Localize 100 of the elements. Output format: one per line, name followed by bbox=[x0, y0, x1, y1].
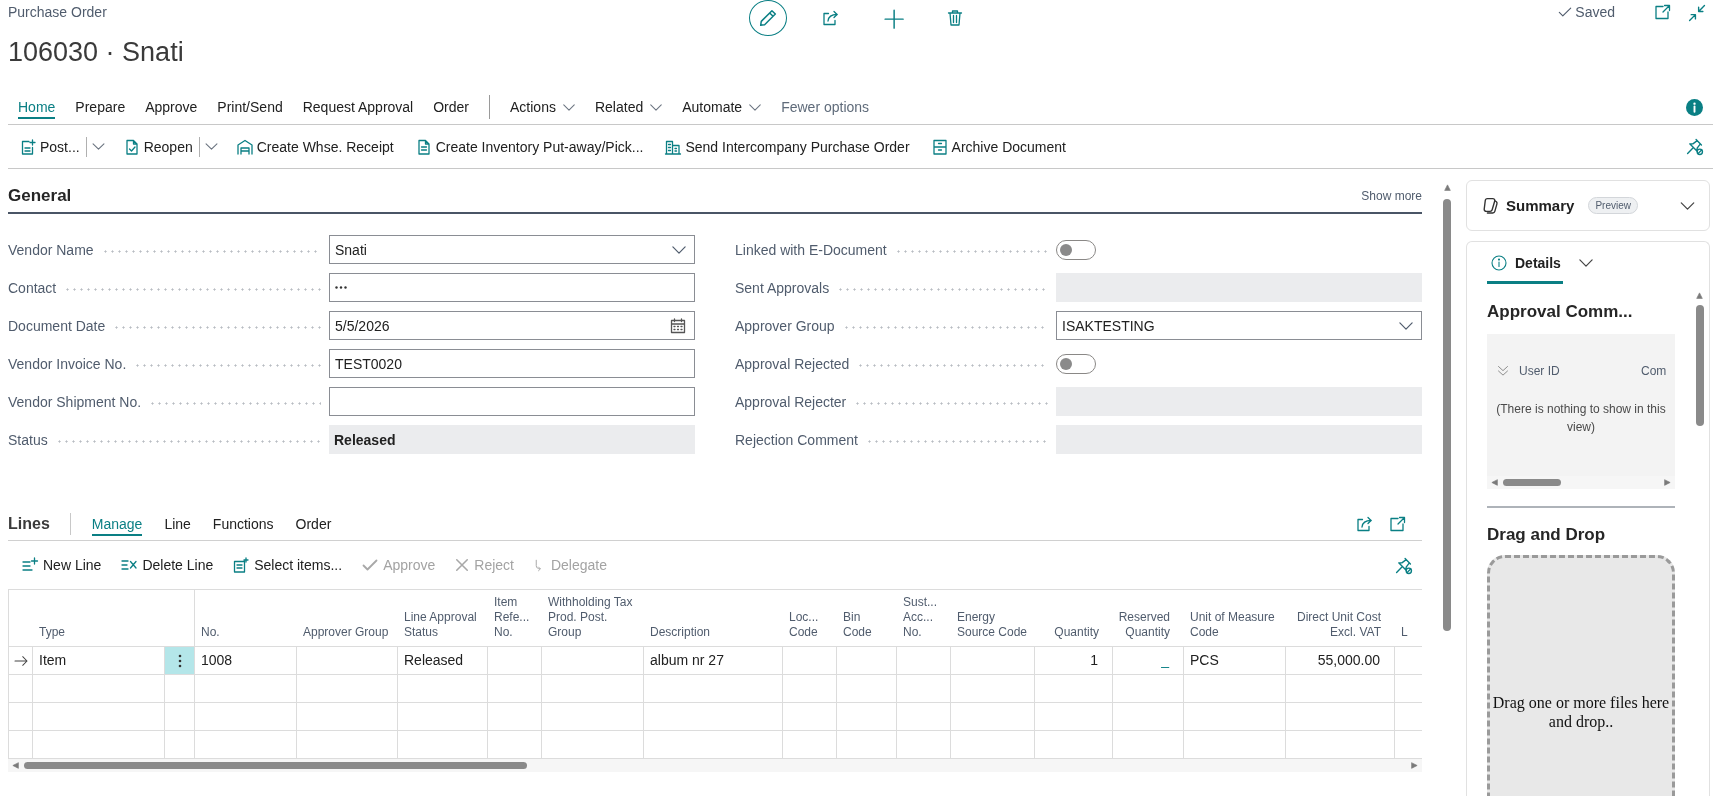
menu-tab[interactable]: Automate bbox=[672, 90, 772, 124]
scrollbar-thumb[interactable] bbox=[1695, 305, 1704, 426]
list-plus-icon bbox=[22, 557, 38, 573]
action-button[interactable]: Archive Document bbox=[925, 131, 1072, 162]
table-cell: album nr 27 bbox=[644, 647, 783, 675]
lookup-field[interactable] bbox=[329, 273, 695, 302]
pin-icon bbox=[1395, 556, 1412, 574]
column-header[interactable]: Approver Group bbox=[303, 625, 389, 640]
nav-tab[interactable]: Home bbox=[8, 90, 66, 124]
scrollbar-thumb[interactable] bbox=[1503, 479, 1561, 486]
scroll-right-icon bbox=[1411, 762, 1418, 769]
show-more-link[interactable]: Show more bbox=[1361, 189, 1422, 203]
chevron-down-icon bbox=[749, 103, 762, 111]
column-header[interactable]: Unit of Measure Code bbox=[1190, 610, 1280, 640]
action-button[interactable]: Create Whse. Receipt bbox=[230, 131, 400, 162]
column-header[interactable]: Item Refe... No. bbox=[494, 595, 536, 640]
scrollbar-thumb[interactable] bbox=[1443, 199, 1451, 631]
dropdown-field[interactable]: Snati bbox=[329, 235, 695, 264]
empty-cell bbox=[165, 703, 195, 731]
column-header[interactable]: Line Approval Status bbox=[404, 610, 482, 640]
line-action-button[interactable]: New Line bbox=[14, 550, 110, 580]
text-field[interactable] bbox=[329, 387, 695, 416]
empty-cell bbox=[1113, 675, 1184, 703]
field-label: Vendor Invoice No. bbox=[8, 355, 127, 372]
drilldown-link[interactable]: _ bbox=[1113, 647, 1184, 675]
page-title: 106030 · Snati bbox=[7, 36, 185, 69]
line-action-button[interactable]: Select items... bbox=[225, 550, 351, 580]
empty-cell bbox=[783, 703, 837, 731]
nav-tab[interactable]: Order bbox=[423, 90, 480, 124]
menu-tab[interactable]: Related bbox=[584, 90, 673, 124]
column-header[interactable]: Withholding Tax Prod. Post. Group bbox=[548, 595, 638, 640]
document-check-icon bbox=[123, 138, 140, 155]
nav-tab[interactable]: Approve bbox=[135, 90, 208, 124]
lines-tab[interactable]: Line bbox=[153, 508, 202, 540]
horizontal-scrollbar[interactable] bbox=[1487, 476, 1675, 489]
scroll-left-icon bbox=[12, 762, 19, 769]
toggle-switch[interactable] bbox=[1056, 239, 1096, 260]
date-field[interactable]: 5/5/2026 bbox=[329, 311, 695, 340]
collapse-button[interactable] bbox=[1688, 3, 1705, 21]
pin-button[interactable] bbox=[1395, 556, 1412, 574]
nav-tab[interactable]: Prepare bbox=[65, 90, 136, 124]
field-label: Status bbox=[8, 431, 48, 448]
menu-tab[interactable]: Actions bbox=[500, 90, 585, 124]
info-button[interactable] bbox=[1686, 98, 1703, 116]
column-header[interactable]: Loc... Code bbox=[789, 610, 831, 640]
nav-tab[interactable]: Request Approval bbox=[292, 90, 424, 124]
ellipsis-icon bbox=[335, 286, 347, 289]
nav-tab[interactable]: Print/Send bbox=[207, 90, 293, 124]
field-label: Linked with E-Document bbox=[735, 241, 887, 258]
column-header[interactable]: Com bbox=[1641, 364, 1667, 378]
field-label: Document Date bbox=[8, 317, 106, 334]
column-header[interactable]: Direct Unit Cost Excl. VAT bbox=[1292, 610, 1381, 640]
action-button[interactable]: Post... bbox=[14, 131, 86, 162]
open-in-window-icon bbox=[1389, 516, 1406, 532]
table-cell: PCS bbox=[1184, 647, 1286, 675]
chevron-down-icon bbox=[562, 103, 575, 111]
empty-cell bbox=[488, 675, 542, 703]
action-button[interactable]: Send Intercompany Purchase Order bbox=[659, 131, 916, 162]
lines-tab[interactable]: Functions bbox=[201, 508, 285, 540]
text-field[interactable]: TEST0020 bbox=[329, 349, 695, 378]
chevron-down-icon bbox=[650, 103, 663, 111]
action-button[interactable]: Create Inventory Put-away/Pick... bbox=[409, 131, 650, 162]
action-button[interactable]: Reopen bbox=[117, 131, 199, 162]
document-lines-icon bbox=[415, 138, 432, 155]
expand-button[interactable] bbox=[1680, 201, 1695, 210]
lines-tab[interactable]: Order bbox=[284, 508, 343, 540]
column-header[interactable]: Type bbox=[39, 625, 65, 640]
field-label: Rejection Comment bbox=[735, 431, 858, 448]
field-label: Approval Rejecter bbox=[735, 393, 847, 410]
edit-button[interactable] bbox=[748, 0, 787, 36]
lines-tab[interactable]: Manage bbox=[80, 508, 154, 540]
column-header[interactable]: Description bbox=[650, 625, 711, 640]
open-in-window-button[interactable] bbox=[1389, 516, 1406, 532]
column-header[interactable]: Reserved Quantity bbox=[1118, 610, 1170, 640]
collapse-icon bbox=[1688, 3, 1705, 21]
empty-message: (There is nothing to show in this view) bbox=[1495, 401, 1667, 436]
open-in-new-window-button[interactable] bbox=[1654, 4, 1671, 20]
warehouse-icon bbox=[236, 138, 253, 155]
column-header[interactable]: Quantity bbox=[1054, 625, 1099, 640]
column-header[interactable]: L bbox=[1401, 625, 1408, 640]
readonly-field: Released bbox=[329, 425, 695, 454]
line-action-button[interactable]: Delete Line bbox=[113, 550, 222, 580]
share-button[interactable] bbox=[1356, 516, 1373, 532]
details-tab[interactable]: Details bbox=[1487, 242, 1563, 284]
pin-button[interactable] bbox=[1686, 138, 1703, 155]
scrollbar-thumb[interactable] bbox=[24, 762, 527, 769]
column-header[interactable]: No. bbox=[201, 625, 220, 640]
column-header[interactable]: Energy Source Code bbox=[957, 610, 1029, 640]
section-title: Lines bbox=[8, 515, 50, 533]
open-in-window-icon bbox=[1654, 4, 1671, 20]
column-header[interactable]: User ID bbox=[1519, 364, 1631, 378]
column-header[interactable]: Sust... Acc... No. bbox=[903, 595, 945, 640]
scroll-up-icon bbox=[1696, 292, 1703, 299]
horizontal-scrollbar[interactable] bbox=[8, 759, 1422, 772]
dropdown-field[interactable]: ISAKTESTING bbox=[1056, 311, 1422, 340]
scroll-right-icon bbox=[1664, 479, 1671, 486]
column-header[interactable]: Bin Code bbox=[843, 610, 891, 640]
drop-zone[interactable]: Drag one or more files here and drop.. bbox=[1487, 555, 1675, 796]
fewer-options-link[interactable]: Fewer options bbox=[771, 90, 880, 124]
toggle-switch[interactable] bbox=[1056, 353, 1096, 374]
